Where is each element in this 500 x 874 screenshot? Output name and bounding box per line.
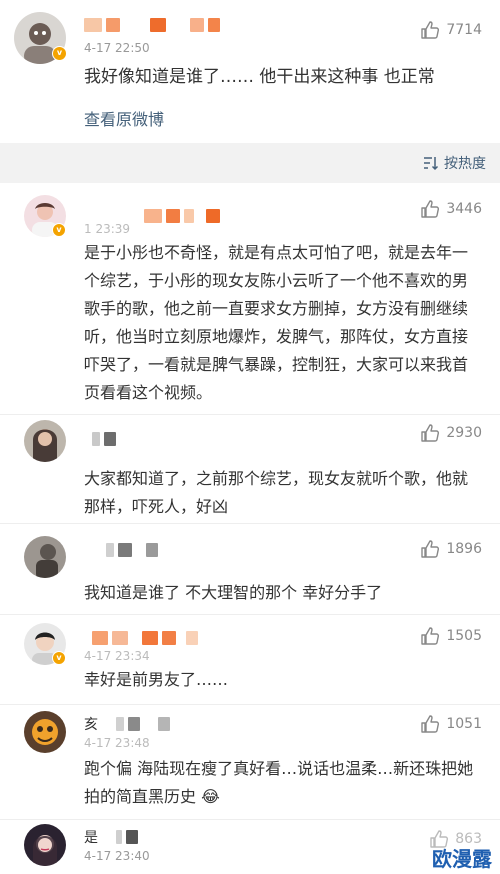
like-button[interactable]: 1896 [420,539,482,559]
sort-by-popularity-button[interactable]: 按热度 [423,153,486,173]
sort-icon [424,157,439,171]
commenter-name[interactable]: 亥 [84,715,170,733]
comment-time: 4-17 23:40 [84,849,150,863]
watermark: 欧漫露 [432,847,492,871]
thumbs-up-icon [421,21,440,39]
like-button[interactable]: 7714 [420,20,482,40]
like-button[interactable]: 3446 [420,199,482,219]
commenter-name-redacted[interactable] [84,430,116,448]
like-count: 1505 [446,628,482,644]
comment-text: 幸好是前男友了…… [84,670,229,689]
sort-label: 按热度 [444,156,486,172]
view-original-link[interactable]: 查看原微博 [84,106,164,130]
avatar[interactable] [24,711,66,753]
comment-item: 亥 4-17 23:48 1051 跑个偏 海陆现在瘦了真好看…说话也温柔…新还… [0,704,500,819]
avatar[interactable] [24,536,66,578]
commenter-name[interactable]: 是 [84,828,138,846]
like-count: 1051 [446,716,482,732]
comment-time: 4-17 23:48 [84,736,150,750]
comment-item: 是 4-17 23:40 863 [0,819,500,874]
verified-badge-icon: v [52,651,66,665]
verified-badge-icon: v [52,223,66,237]
post-time: 4-17 22:50 [84,41,150,55]
thumbs-up-icon [421,715,440,733]
like-button[interactable]: 1051 [420,714,482,734]
commenter-name-redacted[interactable] [84,541,158,559]
commenter-name-text: 亥 [84,717,98,733]
sort-bar: 按热度 [0,143,500,183]
comment-text: 我知道是谁了 不大理智的那个 幸好分手了 [84,583,383,602]
like-button[interactable]: 1505 [420,626,482,646]
thumbs-up-icon [421,627,440,645]
like-count: 1896 [446,541,482,557]
avatar[interactable] [24,824,66,866]
commenter-name-redacted[interactable] [84,629,198,647]
comment-text: 跑个偏 海陆现在瘦了真好看…说话也温柔…新还珠把她拍的简直黑历史 😂 [84,755,479,811]
comment-item: 2930 大家都知道了，之前那个综艺，现女友就听个歌，他就那样，吓死人，好凶 [0,414,500,523]
laughing-emoji-icon: 😂 [201,787,220,806]
like-count: 2930 [446,425,482,441]
comment-time: 4-17 23:34 [84,649,150,663]
comment-text: 大家都知道了，之前那个综艺，现女友就听个歌，他就那样，吓死人，好凶 [84,469,469,516]
original-post: v 4-17 22:50 7714 我好像知道是谁了…… 他干出来这种事 也正常… [0,0,500,143]
comment-text-body: 跑个偏 海陆现在瘦了真好看…说话也温柔…新还珠把她拍的简直黑历史 [84,759,474,806]
avatar[interactable] [24,420,66,462]
comment-item: v 1 23:39 3446 是于小彤也不奇怪，就是有点太可怕了吧，就是去年一个… [0,183,500,414]
comment-text: 是于小彤也不奇怪，就是有点太可怕了吧，就是去年一个综艺，于小彤的现女友陈小云听了… [84,243,469,402]
thumbs-up-icon [421,540,440,558]
thumbs-up-icon [421,200,440,218]
commenter-name-text: 是 [84,830,98,846]
author-name-redacted[interactable] [84,16,220,34]
like-button[interactable]: 2930 [420,423,482,443]
like-count: 7714 [446,22,482,38]
like-count: 3446 [446,201,482,217]
post-text: 我好像知道是谁了…… 他干出来这种事 也正常 [84,67,435,87]
thumbs-up-icon [421,424,440,442]
comment-item: 1896 我知道是谁了 不大理智的那个 幸好分手了 [0,523,500,614]
comment-time: 1 23:39 [84,222,131,236]
verified-badge-icon: v [52,46,67,61]
comment-item: v 4-17 23:34 1505 幸好是前男友了…… [0,614,500,704]
